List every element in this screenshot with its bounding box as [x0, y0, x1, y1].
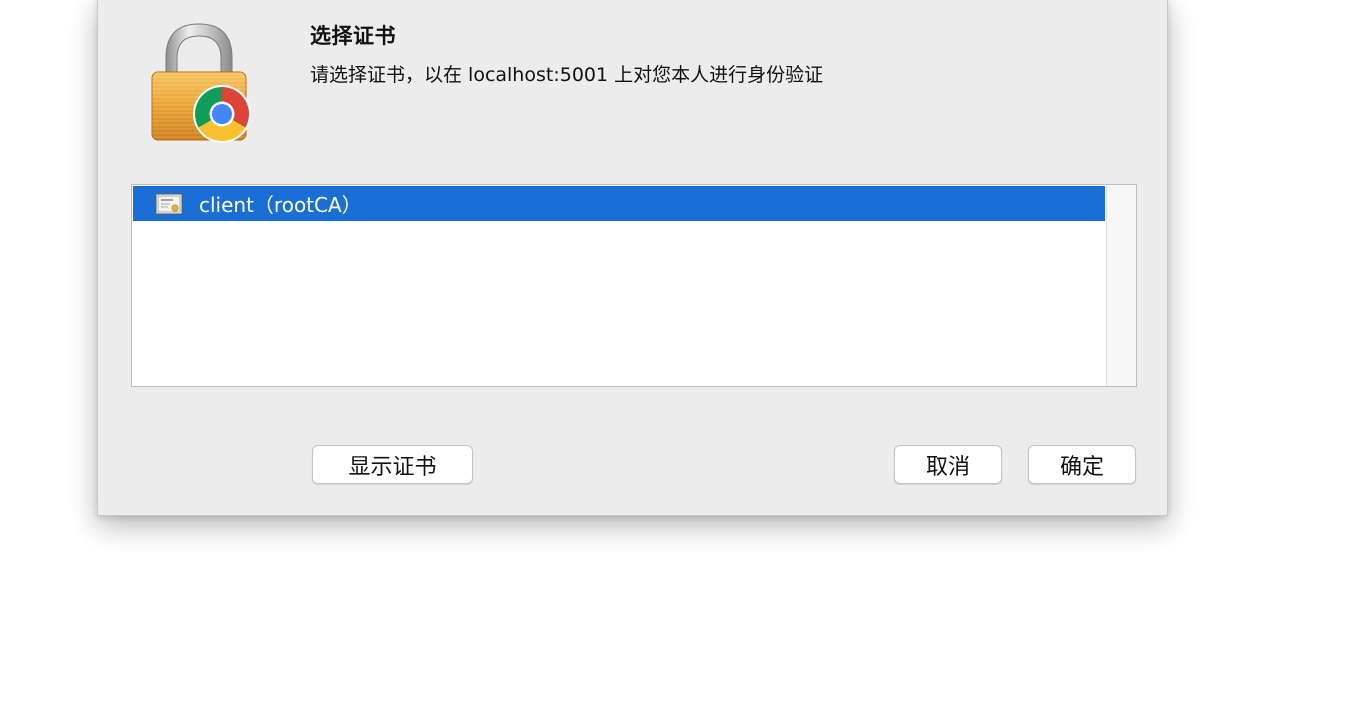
- certificate-row[interactable]: client（rootCA）: [133, 186, 1105, 221]
- cancel-button[interactable]: 取消: [894, 445, 1002, 484]
- dialog-title: 选择证书: [310, 24, 396, 48]
- certificate-list[interactable]: client（rootCA）: [131, 184, 1137, 387]
- list-scrollbar[interactable]: [1106, 185, 1136, 386]
- ok-button[interactable]: 确定: [1028, 445, 1136, 484]
- certificate-dialog: 选择证书 请选择证书，以在 localhost:5001 上对您本人进行身份验证…: [97, 0, 1168, 516]
- lock-with-chrome-icon: [151, 23, 251, 143]
- dialog-message: 请选择证书，以在 localhost:5001 上对您本人进行身份验证: [310, 64, 824, 86]
- certificate-icon: [155, 193, 183, 214]
- certificate-label: client（rootCA）: [199, 193, 362, 217]
- show-certificate-button[interactable]: 显示证书: [312, 445, 473, 484]
